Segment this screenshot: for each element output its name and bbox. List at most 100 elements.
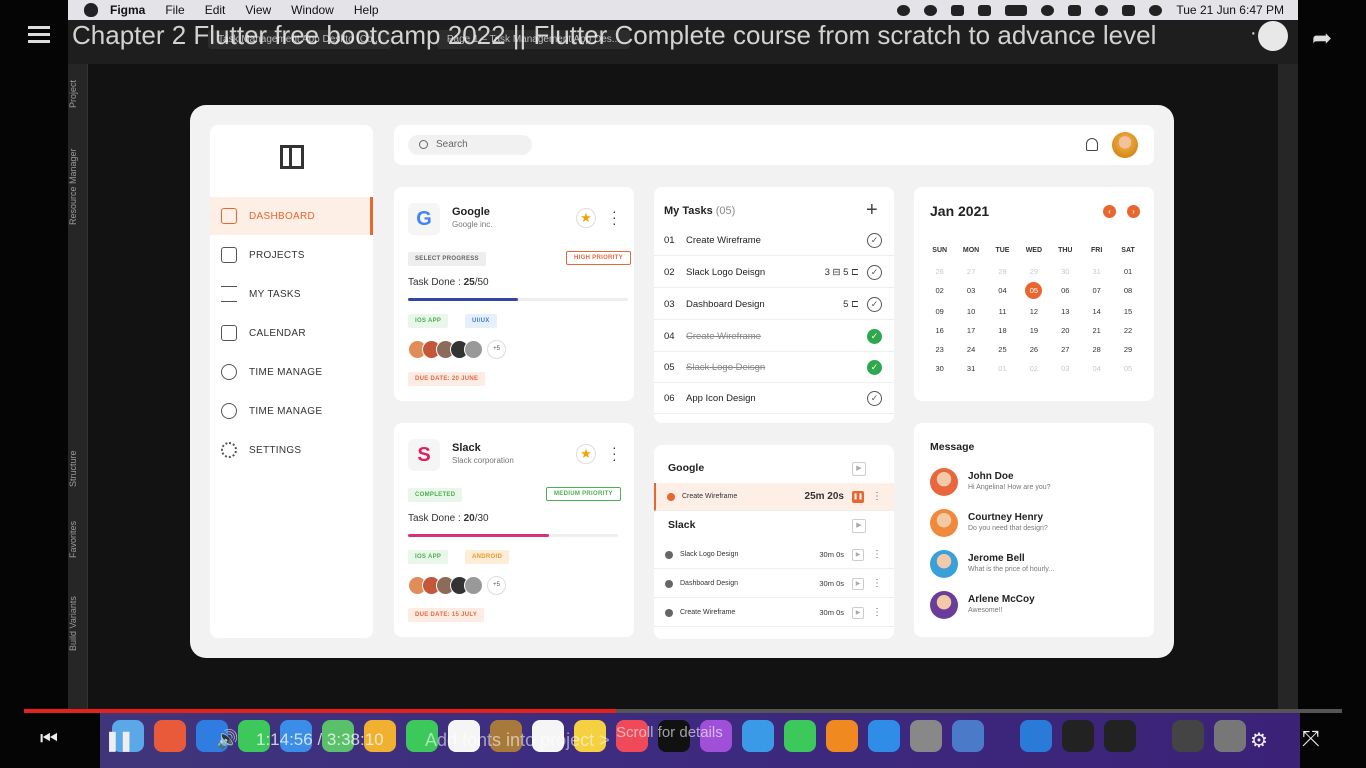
task-row[interactable]: 01 Create Wireframe ✓	[654, 225, 894, 256]
task-row[interactable]: 05 Slack Logo Deisgn ✓	[654, 352, 894, 383]
calendar-day[interactable]: 06	[1050, 284, 1081, 297]
menu-app-name[interactable]: Figma	[110, 3, 145, 17]
calendar-day[interactable]: 11	[987, 305, 1018, 318]
calendar-day[interactable]: 25	[987, 343, 1018, 356]
panel-favorites-label[interactable]: Favorites	[68, 514, 88, 564]
calendar-day[interactable]: 04	[1081, 362, 1112, 375]
task-row[interactable]: 06 App Icon Design ✓	[654, 383, 894, 414]
sidebar-item-time-manage-2[interactable]: TIME MANAGE	[210, 392, 373, 430]
project-card-google[interactable]: G Google Google inc. ★ · · · SELECT PROGRE…	[394, 187, 634, 401]
check-circle-icon[interactable]: ✓	[867, 390, 882, 406]
more-vertical-icon[interactable]: ⋮	[872, 578, 882, 589]
sidebar-item-projects[interactable]: PROJECTS	[210, 236, 373, 274]
sidebar-item-settings[interactable]: SETTINGS	[210, 431, 373, 469]
add-task-icon[interactable]: +	[866, 199, 878, 222]
calendar-day[interactable]: 23	[924, 343, 955, 356]
calendar-day[interactable]: 20	[1050, 324, 1081, 337]
check-circle-icon[interactable]: ✓	[867, 296, 882, 312]
share-icon[interactable]: ➦	[1312, 24, 1332, 53]
menu-window[interactable]: Window	[291, 3, 334, 17]
member-avatars[interactable]: +5	[408, 576, 506, 595]
calendar-day[interactable]: 24	[955, 343, 986, 356]
record-icon[interactable]	[897, 4, 911, 16]
calendar-day[interactable]: 14	[1081, 305, 1112, 318]
sidebar-item-time-manage[interactable]: TIME MANAGE	[210, 353, 373, 391]
calendar-day[interactable]: 15	[1112, 305, 1143, 318]
apple-icon[interactable]	[84, 3, 98, 17]
menu-help[interactable]: Help	[354, 3, 379, 17]
calendar-day[interactable]: 30	[1050, 265, 1081, 278]
more-vertical-icon[interactable]: ⋮	[872, 491, 882, 502]
video-title[interactable]: Chapter 2 Flutter free bootcamp 2022 || …	[72, 20, 1222, 51]
calendar-day[interactable]: 21	[1081, 324, 1112, 337]
bluetooth-icon[interactable]	[978, 4, 992, 16]
menu-file[interactable]: File	[165, 3, 184, 17]
menu-edit[interactable]: Edit	[205, 3, 226, 17]
watch-later-icon[interactable]	[1258, 21, 1288, 51]
bell-icon[interactable]	[1086, 138, 1098, 151]
panel-structure-label[interactable]: Structure	[68, 444, 88, 494]
calendar-day[interactable]: 19	[1018, 324, 1049, 337]
calendar-day[interactable]: 31	[1081, 265, 1112, 278]
siri-icon[interactable]	[1149, 4, 1163, 16]
panel-project-label[interactable]: Project	[68, 74, 88, 114]
calendar-day[interactable]: 28	[1081, 343, 1112, 356]
video-progress-bar[interactable]	[24, 709, 1342, 713]
calendar-day[interactable]: 13	[1050, 305, 1081, 318]
message-item[interactable]: Courtney Henry Do you need that design?	[930, 509, 1140, 539]
play-icon[interactable]: ▶	[852, 606, 864, 619]
calendar-day[interactable]: 30	[924, 362, 955, 375]
wifi-icon[interactable]	[1041, 4, 1055, 16]
play-icon[interactable]: ▶	[852, 548, 864, 561]
calendar-day[interactable]: 27	[955, 265, 986, 278]
spotlight-icon[interactable]	[1095, 4, 1109, 16]
task-row[interactable]: 02 Slack Logo Deisgn 3 ⊟ 5 ⊏ ✓	[654, 257, 894, 288]
screen-icon[interactable]	[951, 4, 965, 16]
panel-resource-manager-label[interactable]: Resource Manager	[68, 139, 88, 234]
tracker-row[interactable]: Create Wireframe 25m 20s ❚❚ ⋮	[654, 483, 894, 511]
calendar-day[interactable]: 02	[924, 284, 955, 297]
input-source-icon[interactable]	[1068, 4, 1082, 16]
previous-icon[interactable]: ⏮	[40, 728, 58, 751]
project-card-slack[interactable]: S Slack Slack corporation ★ · · · COMPLETE…	[394, 423, 634, 637]
chapter-title[interactable]: Add fonts into project >	[425, 730, 610, 751]
calendar-day[interactable]: 02	[1018, 362, 1049, 375]
menu-view[interactable]: View	[245, 3, 271, 17]
check-circle-icon[interactable]: ✓	[867, 232, 882, 248]
calendar-day[interactable]: 03	[955, 284, 986, 297]
check-circle-filled-icon[interactable]: ✓	[867, 359, 882, 375]
calendar-day[interactable]: 01	[1112, 265, 1143, 278]
more-vertical-icon[interactable]: ⋮	[872, 607, 882, 618]
calendar-day[interactable]: 27	[1050, 343, 1081, 356]
message-item[interactable]: John Doe Hi Angelina! How are you?	[930, 468, 1140, 498]
calendar-day[interactable]: 18	[987, 324, 1018, 337]
task-row[interactable]: 04 Create Wireframe ✓	[654, 321, 894, 352]
play-icon[interactable]: ▶	[852, 519, 866, 533]
check-circle-icon[interactable]: ✓	[867, 264, 882, 280]
playlist-icon[interactable]	[28, 26, 52, 46]
battery-icon[interactable]	[1005, 4, 1028, 16]
calendar-day[interactable]: 26	[1018, 343, 1049, 356]
play-icon[interactable]: ▶	[852, 462, 866, 476]
task-row[interactable]: 03 Dashboard Design 5 ⊏ ✓	[654, 289, 894, 320]
calendar-day[interactable]: 16	[924, 324, 955, 337]
sidebar-item-calendar[interactable]: CALENDAR	[210, 314, 373, 352]
more-vertical-icon[interactable]: · · ·	[612, 440, 617, 466]
star-icon[interactable]: ★	[576, 444, 596, 464]
scroll-for-details-hint[interactable]: Scroll for details	[616, 724, 723, 741]
more-vertical-icon[interactable]: ⋮	[872, 549, 882, 560]
more-vertical-icon[interactable]: · · ·	[612, 204, 617, 230]
calendar-prev-icon[interactable]: ‹	[1103, 205, 1116, 218]
creative-cloud-icon[interactable]	[924, 4, 938, 16]
calendar-day[interactable]: 07	[1081, 284, 1112, 297]
calendar-day[interactable]: 29	[1018, 265, 1049, 278]
calendar-day[interactable]: 05	[1112, 362, 1143, 375]
volume-icon[interactable]: 🔊	[216, 729, 238, 750]
fullscreen-exit-icon[interactable]: ⤧	[1302, 726, 1320, 752]
calendar-day[interactable]: 10	[955, 305, 986, 318]
search-input[interactable]: Search	[408, 135, 532, 155]
calendar-day[interactable]: 08	[1112, 284, 1143, 297]
member-avatars[interactable]: +5	[408, 340, 506, 359]
control-center-icon[interactable]	[1122, 4, 1136, 16]
calendar-day[interactable]: 31	[955, 362, 986, 375]
